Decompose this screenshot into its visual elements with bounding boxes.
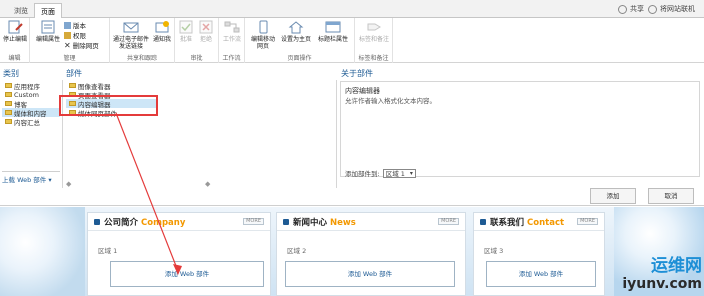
reject-icon [199, 20, 213, 34]
scroll-right-icon[interactable]: ◆ [205, 180, 210, 188]
ribbon-group-approve: 批准 拒绝 审批 [175, 18, 219, 63]
ribbon-group-edit: 停止编辑 编辑 [0, 18, 30, 63]
edit-properties-button[interactable]: 编辑属性 [34, 20, 62, 43]
delete-icon: ✕ [64, 40, 71, 50]
edit-mobile-page-button[interactable]: 编辑移动网页 [249, 20, 277, 50]
tab-page[interactable]: 页面 [34, 3, 62, 18]
web-part-picker: 类别 部件 关于部件 应用程序 Custom 博客 媒体和内容 内容汇总 上载 … [0, 64, 704, 206]
alert-icon [155, 21, 169, 33]
ribbon-group-tags: 标签和备注 标签和备注 [355, 18, 393, 63]
scroll-left-icon[interactable]: ◆ [66, 180, 71, 188]
star-icon [648, 4, 657, 14]
set-as-homepage-button[interactable]: 设置为主页 [279, 20, 313, 43]
folder-icon [5, 101, 12, 106]
ribbon-tab-bar: 浏览 页面 共享 将网站联机 [0, 0, 704, 18]
zone-label: 区域 1 [98, 247, 118, 255]
about-part-box: 内容编辑器 允许作者输入格式化文本内容。 添加部件到: 区域 1 [340, 81, 700, 178]
approve-icon [179, 20, 193, 34]
zone-label: 区域 3 [484, 247, 504, 255]
company-box: 公司简介 Company MORE 区域 1 添加 Web 部件 [87, 212, 271, 296]
email-icon [123, 22, 139, 33]
delete-page-button[interactable]: ✕ 删除网页 [64, 40, 99, 51]
news-box: 新闻中心 News MORE 区域 2 添加 Web 部件 [276, 212, 466, 296]
about-heading: 关于部件 [341, 69, 373, 78]
alert-me-button[interactable]: 通知我 [150, 20, 174, 43]
category-item[interactable]: 内容汇总 [2, 117, 60, 127]
folder-icon [5, 92, 12, 97]
properties-icon [41, 20, 55, 34]
email-link-button[interactable]: 通过电子邮件发送链接 [112, 20, 150, 50]
add-web-part-zone-1[interactable]: 添加 Web 部件 [110, 261, 264, 287]
box-title: 联系我们 Contact [490, 218, 565, 228]
part-icon [69, 83, 76, 88]
add-button[interactable]: 添加 [590, 188, 636, 204]
ribbon-group-manage: 编辑属性 版本 权限 ✕ 删除网页 管理 [30, 18, 110, 63]
share-link[interactable]: 共享 [618, 4, 644, 14]
stop-editing-button[interactable]: 停止编辑 [2, 20, 28, 43]
box-title: 新闻中心 News [293, 218, 356, 228]
folder-icon [5, 119, 12, 124]
categories-heading: 类别 [3, 69, 19, 78]
title-bar-properties-button[interactable]: 标题栏属性 [315, 20, 351, 43]
box-title: 公司简介 Company [104, 218, 186, 228]
contact-box: 联系我们 Contact MORE 区域 3 添加 Web 部件 [473, 212, 605, 296]
approve-button[interactable]: 批准 [177, 20, 195, 43]
folder-icon [5, 110, 12, 115]
workflow-button[interactable]: 工作流 [220, 20, 244, 43]
zone-select[interactable]: 区域 1 [382, 168, 416, 178]
workflow-icon [224, 21, 240, 33]
ribbon: 停止编辑 编辑 编辑属性 版本 权限 ✕ 删除网页 管理 通过电子邮件发送链接 … [0, 18, 704, 63]
tag-icon [367, 23, 381, 31]
zone-label: 区域 2 [287, 247, 307, 255]
ribbon-group-page-actions: 编辑移动网页 设置为主页 标题栏属性 页面操作 [245, 18, 355, 63]
version-icon [64, 21, 71, 29]
category-item[interactable]: 应用程序 [2, 81, 60, 91]
selection-highlight [59, 95, 158, 116]
ribbon-group-share: 通过电子邮件发送链接 通知我 共享和跟踪 [110, 18, 175, 63]
mobile-page-icon [259, 20, 268, 34]
reject-button[interactable]: 拒绝 [197, 20, 215, 43]
ribbon-group-workflow: 工作流 工作流 [219, 18, 245, 63]
add-web-part-zone-3[interactable]: 添加 Web 部件 [486, 261, 596, 287]
more-link[interactable]: MORE [243, 218, 264, 225]
follow-site-link[interactable]: 将网站联机 [648, 4, 695, 14]
about-part-description: 允许作者输入格式化文本内容。 [345, 97, 436, 105]
zone-picker: 添加部件到: 区域 1 [345, 168, 416, 178]
portal-page: 公司简介 Company MORE 区域 1 添加 Web 部件 新闻中心 News… [0, 207, 704, 296]
add-web-part-zone-2[interactable]: 添加 Web 部件 [285, 261, 455, 287]
category-item[interactable]: Custom [2, 90, 60, 99]
tags-notes-button[interactable]: 标签和备注 [357, 20, 391, 43]
home-icon [288, 21, 304, 34]
parts-heading: 部件 [66, 69, 82, 78]
bullet-icon [283, 219, 289, 225]
folder-icon [5, 83, 12, 88]
bullet-icon [94, 219, 100, 225]
tab-browse[interactable]: 浏览 [8, 3, 34, 18]
more-link[interactable]: MORE [577, 218, 598, 225]
watermark: 运维网 iyunv.com [622, 256, 702, 292]
cancel-button[interactable]: 取消 [648, 188, 694, 204]
more-link[interactable]: MORE [438, 218, 459, 225]
permissions-button[interactable]: 权限 [64, 30, 86, 40]
sky-background-left [0, 207, 85, 296]
upload-web-part-button[interactable]: 上载 Web 部件 ▾ [2, 171, 60, 184]
key-icon [64, 31, 71, 39]
bullet-icon [480, 219, 486, 225]
title-bar-icon [325, 21, 341, 33]
stop-editing-icon [8, 20, 23, 34]
version-button[interactable]: 版本 [64, 20, 86, 30]
share-icon [618, 4, 627, 14]
